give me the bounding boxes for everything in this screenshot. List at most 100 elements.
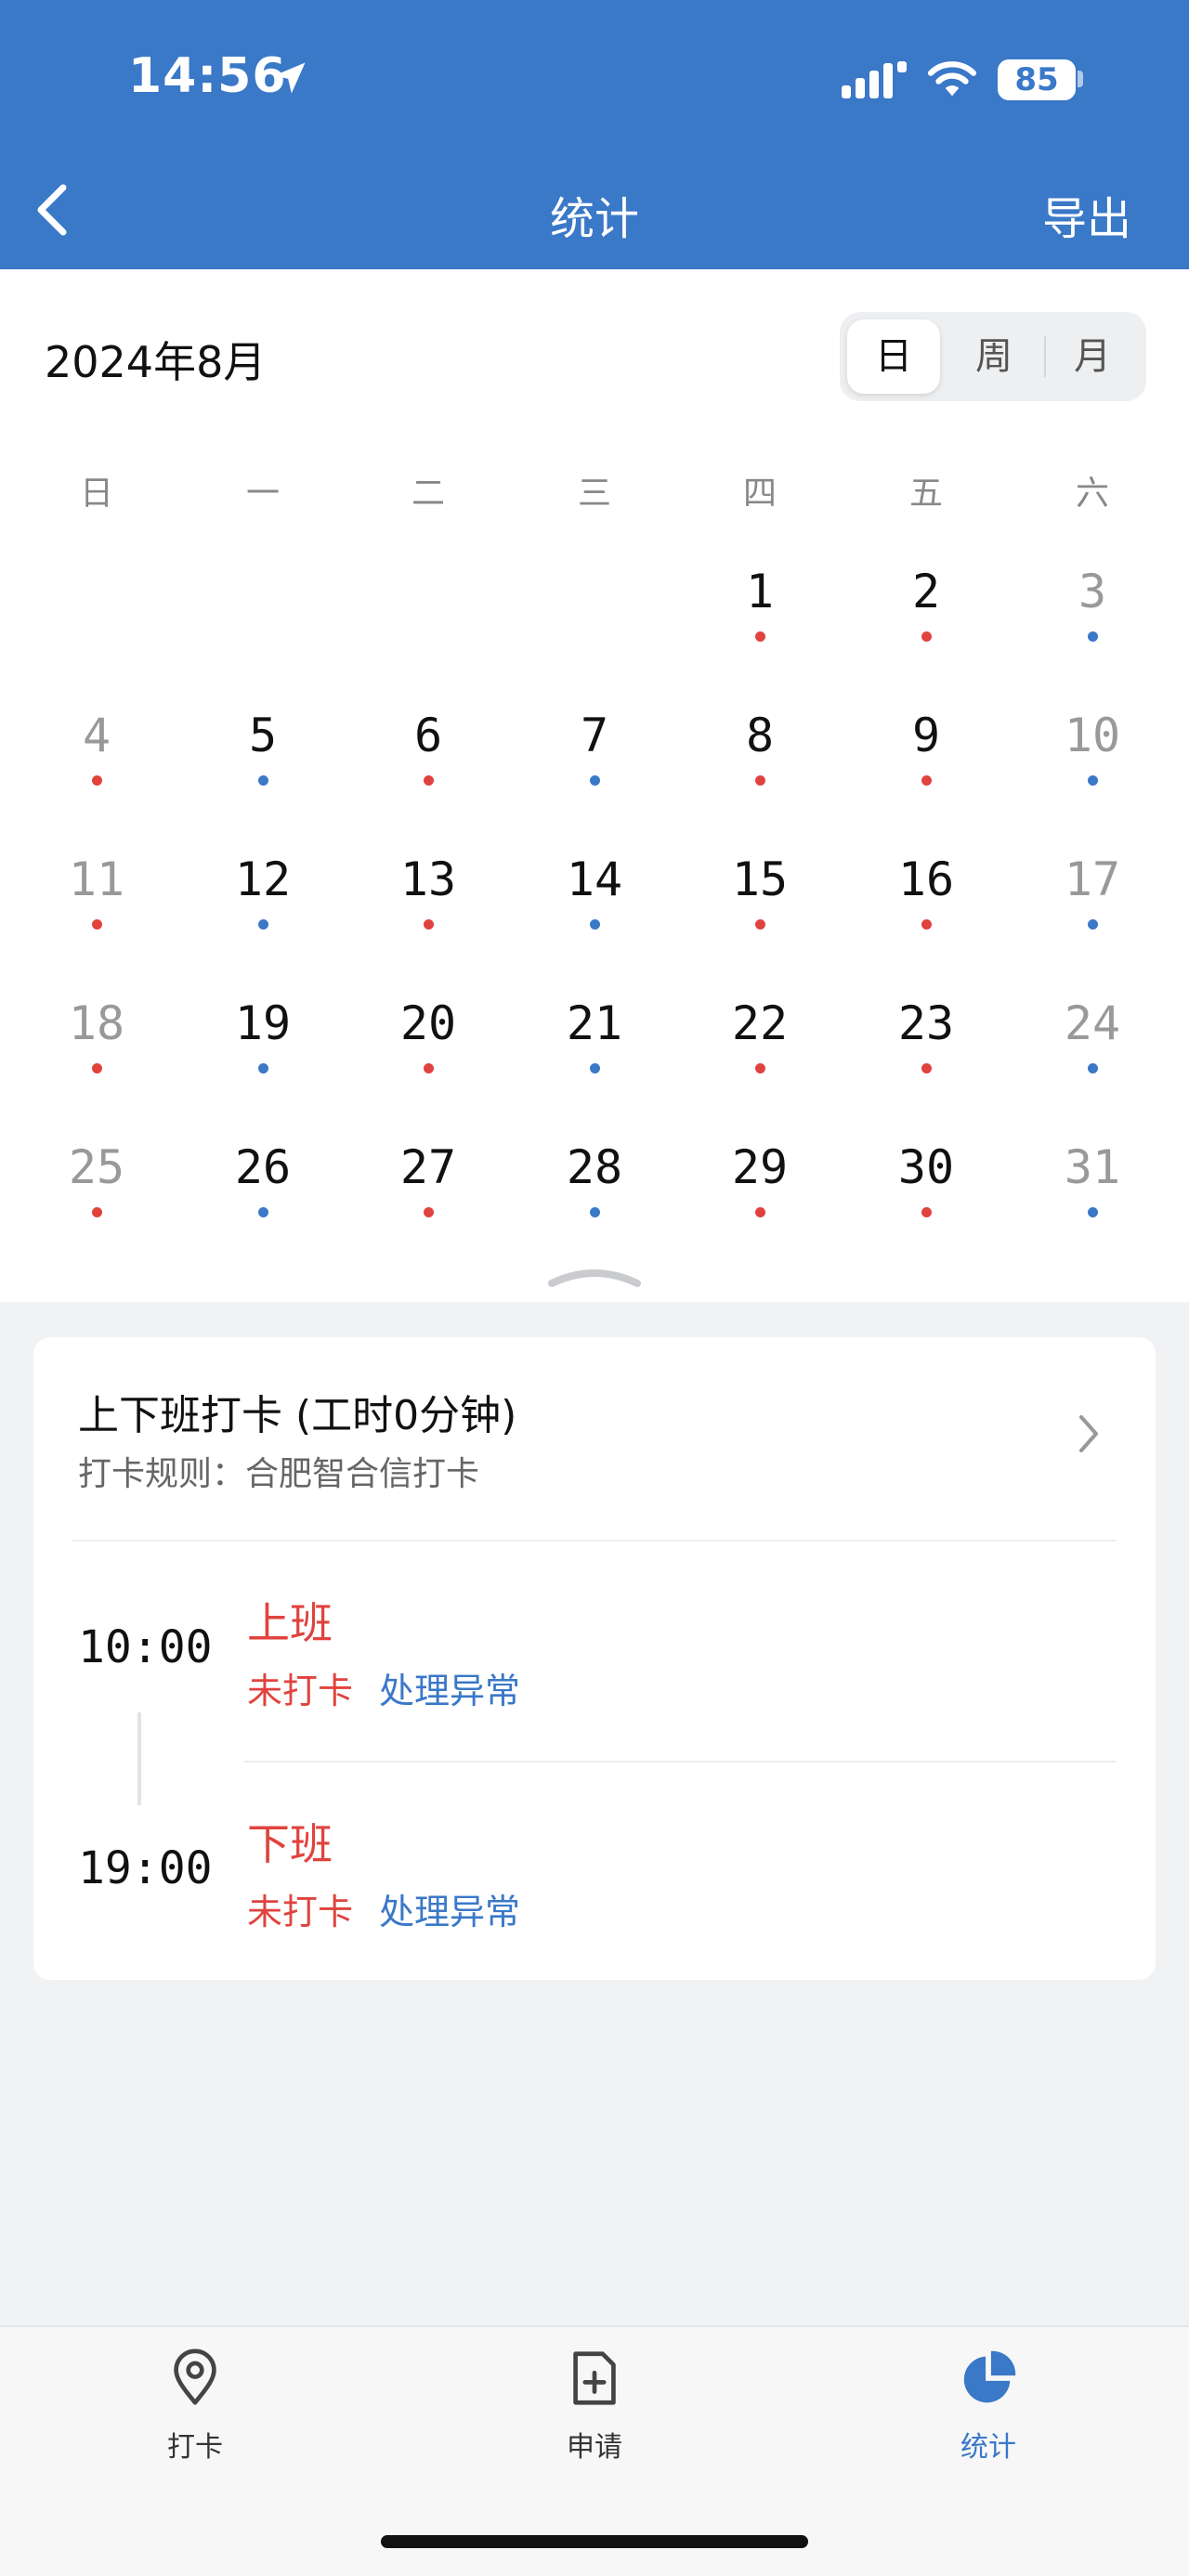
add-document-icon — [573, 2351, 616, 2405]
calendar-day[interactable]: 27 — [382, 1140, 475, 1194]
status-dot-red — [91, 775, 102, 786]
status-dot-blue — [257, 919, 268, 930]
calendar-day[interactable]: 30 — [880, 1140, 973, 1194]
collapse-handle-icon[interactable] — [544, 1263, 645, 1289]
calendar-day[interactable]: 20 — [382, 996, 475, 1050]
shift-start-status: 未打卡 — [247, 1671, 354, 1711]
status-dot-blue — [1087, 1063, 1098, 1073]
calendar-day[interactable]: 4 — [50, 709, 143, 762]
calendar-day[interactable]: 22 — [713, 996, 806, 1050]
status-dot-red — [754, 919, 765, 930]
tab-statistics[interactable]: 统计 — [895, 2346, 1081, 2465]
view-mode-switch: 日 周 月 — [840, 312, 1146, 401]
shift-end-handle-exception-link[interactable]: 处理异常 — [379, 1883, 520, 1934]
view-mode-day[interactable]: 日 — [847, 319, 940, 394]
calendar-day[interactable]: 10 — [1046, 709, 1139, 762]
tab-punch[interactable]: 打卡 — [102, 2346, 288, 2465]
status-dot-red — [921, 775, 932, 786]
tab-apply-label: 申请 — [567, 2431, 622, 2464]
status-dot-red — [754, 1063, 765, 1073]
status-dot-red — [921, 919, 932, 930]
status-dot-blue — [1087, 775, 1098, 786]
calendar-day[interactable]: 19 — [216, 996, 309, 1050]
page-title: 统计 — [549, 193, 639, 245]
weekday-label: 六 — [1075, 475, 1109, 513]
weekday-label: 一 — [245, 475, 280, 513]
status-dot-blue — [1087, 1207, 1098, 1217]
attendance-title: 上下班打卡 (工时0分钟) — [78, 1392, 517, 1439]
calendar-day[interactable]: 28 — [548, 1140, 641, 1194]
view-mode-month[interactable]: 月 — [1046, 319, 1139, 394]
pie-chart-icon — [963, 2350, 1016, 2403]
cellular-signal-icon — [842, 61, 907, 98]
wifi-icon — [927, 61, 977, 97]
weekday-label: 三 — [577, 475, 611, 513]
status-dot-red — [423, 1207, 434, 1217]
calendar-day[interactable]: 21 — [548, 996, 641, 1050]
status-dot-red — [423, 775, 434, 786]
shift-divider — [243, 1761, 1117, 1763]
calendar-day[interactable]: 18 — [50, 996, 143, 1050]
status-dot-red — [91, 1207, 102, 1217]
attendance-card[interactable]: 上下班打卡 (工时0分钟) 打卡规则：合肥智合信打卡 10:00 上班 未打卡 … — [33, 1337, 1156, 1980]
status-dot-red — [754, 1207, 765, 1217]
location-arrow-icon — [274, 62, 306, 94]
calendar-day[interactable]: 11 — [50, 852, 143, 906]
weekday-label: 二 — [411, 475, 445, 513]
calendar-day[interactable]: 9 — [880, 709, 973, 762]
calendar-day[interactable]: 26 — [216, 1140, 309, 1194]
month-title[interactable]: 2024年8月 — [45, 329, 266, 390]
calendar-day[interactable]: 2 — [880, 565, 973, 618]
view-mode-week[interactable]: 周 — [947, 319, 1040, 394]
home-indicator — [381, 2535, 808, 2548]
calendar-day[interactable]: 17 — [1046, 852, 1139, 906]
weekday-label: 五 — [908, 475, 943, 513]
status-dot-red — [91, 1063, 102, 1073]
status-dot-blue — [257, 1063, 268, 1073]
timeline-connector — [137, 1712, 141, 1805]
status-dot-blue — [589, 1207, 600, 1217]
status-dot-red — [423, 1063, 434, 1073]
calendar-day[interactable]: 5 — [216, 709, 309, 762]
weekday-label: 日 — [79, 475, 113, 513]
calendar-day[interactable]: 6 — [382, 709, 475, 762]
calendar-day[interactable]: 12 — [216, 852, 309, 906]
status-dot-red — [91, 919, 102, 930]
shift-start-time: 10:00 — [78, 1621, 213, 1673]
calendar-day[interactable]: 16 — [880, 852, 973, 906]
shift-end-type: 下班 — [247, 1819, 333, 1869]
calendar-day[interactable]: 29 — [713, 1140, 806, 1194]
shift-start-handle-exception-link[interactable]: 处理异常 — [379, 1662, 520, 1713]
status-dot-red — [921, 631, 932, 642]
tab-statistics-label: 统计 — [960, 2431, 1016, 2464]
calendar-day[interactable]: 1 — [713, 565, 806, 618]
status-dot-blue — [589, 775, 600, 786]
calendar-day[interactable]: 3 — [1046, 565, 1139, 618]
calendar-day[interactable]: 31 — [1046, 1140, 1139, 1194]
calendar-day[interactable]: 24 — [1046, 996, 1139, 1050]
calendar-day[interactable]: 7 — [548, 709, 641, 762]
calendar-panel: 2024年8月 日 周 月 日一二三四五六 1 2 3 4 5 6 7 8 9 10 11 12 13 1… — [0, 269, 1189, 1302]
tab-apply[interactable]: 申请 — [502, 2346, 687, 2465]
calendar-day[interactable]: 15 — [713, 852, 806, 906]
shift-end-time: 19:00 — [78, 1842, 213, 1894]
location-pin-icon — [174, 2348, 216, 2405]
chevron-right-icon[interactable] — [1078, 1413, 1100, 1454]
calendar-day[interactable]: 25 — [50, 1140, 143, 1194]
status-dot-blue — [589, 1063, 600, 1073]
calendar-day[interactable]: 14 — [548, 852, 641, 906]
status-dot-blue — [1087, 919, 1098, 930]
calendar-day[interactable]: 23 — [880, 996, 973, 1050]
status-dot-red — [754, 775, 765, 786]
status-dot-red — [921, 1063, 932, 1073]
status-dot-red — [423, 919, 434, 930]
status-dot-blue — [257, 1207, 268, 1217]
calendar-day[interactable]: 13 — [382, 852, 475, 906]
header: 14:56 85 统计 导出 — [0, 0, 1189, 269]
card-divider — [72, 1540, 1117, 1542]
attendance-rule: 打卡规则：合肥智合信打卡 — [78, 1455, 480, 1493]
status-dot-blue — [1087, 631, 1098, 642]
calendar-day[interactable]: 8 — [713, 709, 806, 762]
status-dot-red — [754, 631, 765, 642]
export-button[interactable]: 导出 — [1042, 182, 1131, 247]
